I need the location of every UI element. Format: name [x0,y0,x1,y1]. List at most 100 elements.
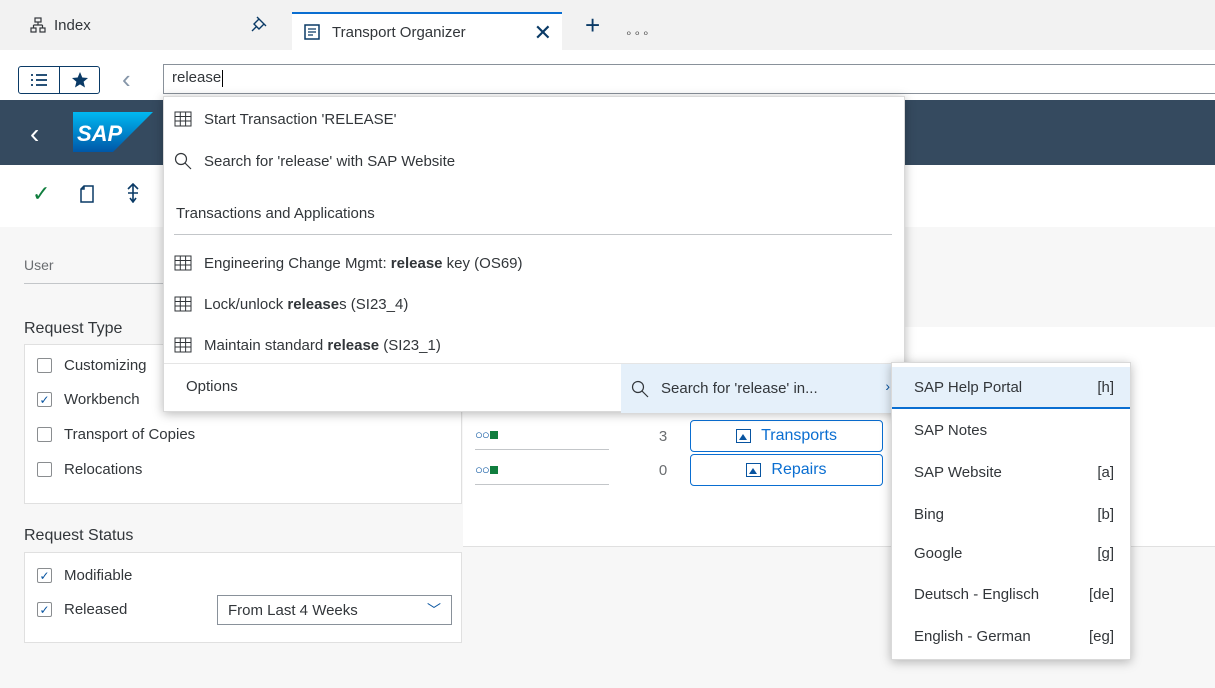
provider-sap-notes[interactable]: SAP Notes [892,409,1130,451]
provider-label: Deutsch - Englisch [914,585,1040,603]
image-icon [736,429,752,443]
divider [174,234,892,235]
new-document-icon[interactable] [80,185,94,203]
hierarchy-icon [30,17,46,33]
checkbox-box: ✓ [37,392,52,407]
star-icon [71,72,88,88]
move-icon[interactable] [125,183,141,203]
add-tab-icon[interactable]: + [585,12,600,38]
object-row-transports: ○○ [475,420,609,450]
provider-label: SAP Help Portal [914,378,1023,396]
released-period-select[interactable]: From Last 4 Weeks ﹀ [217,595,452,625]
menu-button[interactable] [19,67,59,93]
provider-label: SAP Notes [914,421,988,439]
favorites-button[interactable] [59,67,99,93]
status-icon: ○○ [475,427,498,442]
search-icon [174,152,192,170]
transports-button-label: Transports [761,427,837,444]
pin-icon[interactable] [250,15,268,33]
search-provider-menu: SAP Help Portal [h] SAP Notes SAP Websit… [891,362,1131,660]
tab-active-label: Transport Organizer [332,23,466,41]
request-type-title: Request Type [24,320,123,337]
search-in-menu-trigger[interactable]: Search for 'release' in... › [621,364,904,413]
checkbox-label: Workbench [64,391,140,408]
tab-index-label: Index [54,16,91,34]
repairs-button-label: Repairs [771,461,827,478]
suggestion-label: Maintain standard release (SI23_1) [204,336,441,354]
checkbox-label: Modifiable [64,567,133,584]
suggestion-search-website[interactable]: Search for 'release' with SAP Website [164,141,906,181]
chevron-right-icon: › [885,378,890,394]
command-suggestions: Start Transaction 'RELEASE' Search for '… [163,96,906,413]
image-icon [746,463,762,477]
command-input-value: release [172,69,222,86]
suggestion-item[interactable]: Lock/unlock releases (SI23_4) [164,284,906,324]
suggestion-label: Search for 'release' with SAP Website [204,152,456,170]
checkbox-transport-of-copies[interactable]: Transport of Copies [37,426,195,443]
checkbox-label: Released [64,601,128,618]
group-header: Transactions and Applications [176,205,375,222]
provider-shortcut: [b] [1097,505,1114,523]
checkbox-box: ✓ [37,568,52,583]
checkbox-label: Relocations [64,461,143,478]
options-row: Options Search for 'release' in... › [164,363,906,413]
provider-sap-help-portal[interactable]: SAP Help Portal [h] [892,367,1130,409]
nav-back-icon[interactable]: ‹ [30,118,39,150]
table-icon [174,337,192,353]
provider-english-german[interactable]: English - German [eg] [892,615,1130,657]
back-chevron-icon[interactable]: ‹ [122,64,131,95]
checkbox-box [37,358,52,373]
repairs-button[interactable]: Repairs [690,454,883,486]
sap-logo: SAP [73,112,153,152]
text-caret [222,69,224,87]
tab-bar: Index Transport Organizer ✕ + ∘∘∘ [0,0,1215,50]
provider-shortcut: [eg] [1088,627,1114,645]
more-tabs-icon[interactable]: ∘∘∘ [625,26,651,40]
checkbox-released[interactable]: ✓ Released [37,601,127,618]
checkbox-relocations[interactable]: Relocations [37,461,142,478]
provider-sap-website[interactable]: SAP Website [a] [892,451,1130,493]
provider-bing[interactable]: Bing [b] [892,493,1130,535]
provider-shortcut: [a] [1097,463,1114,481]
suggestion-item[interactable]: Engineering Change Mgmt: release key (OS… [164,243,906,283]
user-field[interactable] [24,283,164,284]
request-status-title: Request Status [24,527,134,544]
transports-button[interactable]: Transports [690,420,883,452]
suggestion-item[interactable]: Maintain standard release (SI23_1) [164,325,906,365]
provider-google[interactable]: Google [g] [892,532,1130,574]
search-in-label: Search for 'release' in... [661,380,818,397]
close-icon[interactable]: ✕ [534,20,552,46]
user-label: User [24,257,54,273]
provider-label: Google [914,544,963,562]
document-icon [304,24,320,40]
tab-index[interactable]: Index [30,10,91,40]
repairs-count: 0 [658,462,668,479]
table-icon [174,296,192,312]
object-row-repairs: ○○ [475,455,609,485]
checkbox-workbench[interactable]: ✓ Workbench [37,391,140,408]
suggestion-label: Start Transaction 'RELEASE' [204,110,397,128]
svg-text:SAP: SAP [77,121,123,146]
checkbox-customizing[interactable]: Customizing [37,357,147,374]
checkbox-box [37,427,52,442]
released-period-value: From Last 4 Weeks [228,601,358,619]
provider-label: Bing [914,505,945,523]
command-bar: ‹ release [0,50,1215,100]
tab-transport-organizer[interactable]: Transport Organizer ✕ [292,12,562,50]
suggestion-label: Engineering Change Mgmt: release key (OS… [204,254,523,272]
transports-count: 3 [658,428,668,445]
menu-favorites-group [18,66,100,94]
suggestion-start-transaction[interactable]: Start Transaction 'RELEASE' [164,99,906,139]
search-icon [631,380,649,397]
command-input[interactable]: release [163,64,1215,94]
provider-shortcut: [g] [1097,544,1114,562]
suggestion-label: Lock/unlock releases (SI23_4) [204,295,409,313]
list-icon [31,74,47,86]
chevron-down-icon: ﹀ [427,602,441,618]
provider-shortcut: [h] [1097,378,1114,396]
checkbox-label: Customizing [64,357,147,374]
checkbox-modifiable[interactable]: ✓ Modifiable [37,567,132,584]
provider-deutsch-englisch[interactable]: Deutsch - Englisch [de] [892,573,1130,615]
options-label: Options [186,378,238,395]
check-icon[interactable]: ✓ [32,181,50,207]
